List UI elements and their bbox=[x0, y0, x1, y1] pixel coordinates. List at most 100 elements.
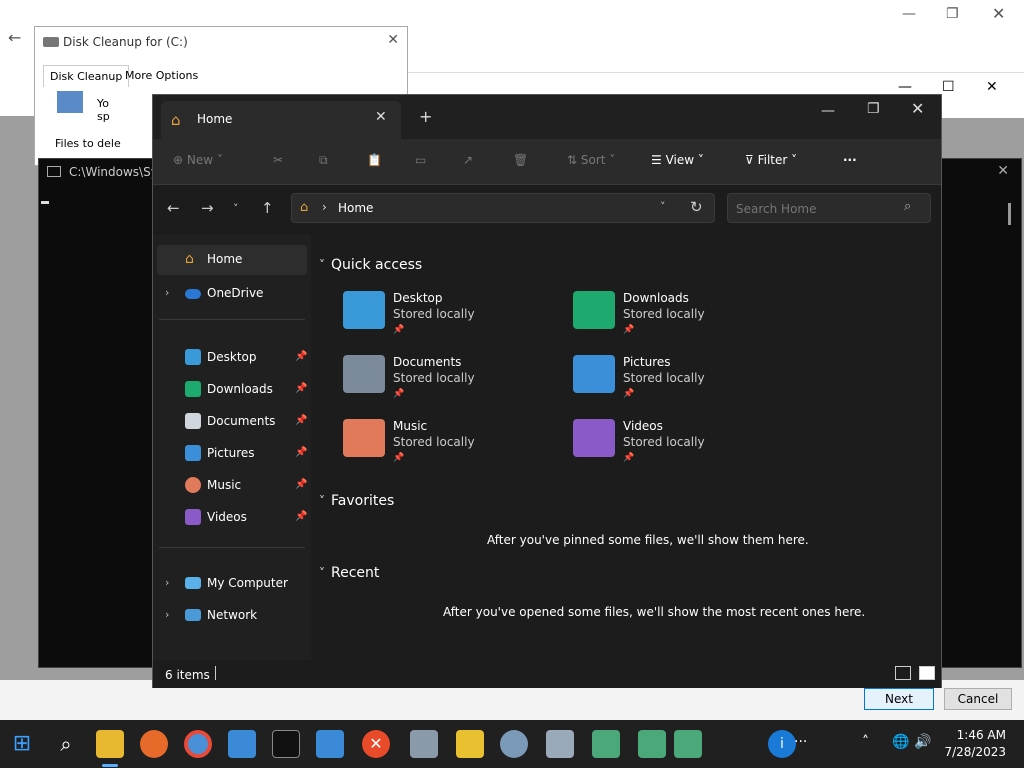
forward-icon[interactable]: → bbox=[201, 199, 214, 217]
back-icon[interactable]: ← bbox=[167, 199, 180, 217]
close-app-icon[interactable]: ✕ bbox=[362, 730, 390, 758]
filter-button[interactable]: ⊽ Filter ˅ bbox=[745, 153, 797, 167]
app-window-icon[interactable] bbox=[228, 730, 256, 758]
search-icon[interactable]: ⌕ bbox=[904, 199, 911, 214]
volume-icon[interactable]: 🔊 bbox=[914, 734, 931, 750]
copy-icon[interactable]: ⧉ bbox=[319, 153, 328, 168]
view-button[interactable]: ☰ View ˅ bbox=[651, 153, 704, 167]
app-icon-green[interactable] bbox=[592, 730, 620, 758]
item-status: Stored locally bbox=[393, 371, 475, 385]
more-apps-icon[interactable]: ··· bbox=[794, 734, 807, 750]
clock-time[interactable]: 1:46 AM bbox=[946, 728, 1006, 742]
quick-access-item-documents[interactable]: Documents Stored locally 📌 bbox=[343, 355, 543, 415]
explorer-maximize-icon[interactable]: ❐ bbox=[867, 101, 880, 117]
next-button[interactable]: Next bbox=[864, 688, 934, 710]
settings-gear-icon[interactable] bbox=[500, 730, 528, 758]
sidebar-item-pictures[interactable]: Pictures 📌 bbox=[157, 439, 307, 469]
cloud-icon bbox=[185, 289, 201, 299]
rename-icon[interactable]: ▭ bbox=[415, 153, 426, 167]
details-view-icon[interactable] bbox=[895, 666, 911, 680]
explorer-close-icon[interactable]: ✕ bbox=[911, 99, 924, 118]
secondary-minimize-icon[interactable]: — bbox=[898, 79, 912, 95]
bg-maximize-icon[interactable]: ❐ bbox=[946, 6, 959, 22]
pin-icon[interactable]: 📌 bbox=[295, 415, 307, 426]
sidebar-item-downloads[interactable]: Downloads 📌 bbox=[157, 375, 307, 405]
address-bar[interactable]: ⌂ › Home ˅ ↻ bbox=[291, 193, 715, 223]
cmd-icon bbox=[47, 166, 61, 177]
calculator-icon[interactable] bbox=[410, 730, 438, 758]
tab-home[interactable]: ⌂ Home ✕ bbox=[161, 101, 401, 139]
chevron-right-icon[interactable]: › bbox=[165, 286, 169, 299]
cmd-close-icon[interactable]: ✕ bbox=[997, 163, 1009, 179]
search-taskbar-icon[interactable]: ⌕ bbox=[52, 730, 80, 758]
tab-more-options[interactable]: More Options bbox=[119, 65, 204, 87]
cmd-scrollbar[interactable] bbox=[1008, 203, 1011, 225]
new-button[interactable]: ⊕ New ˅ bbox=[173, 153, 223, 167]
chevron-right-icon[interactable]: › bbox=[165, 608, 169, 621]
quick-access-item-downloads[interactable]: Downloads Stored locally 📌 bbox=[573, 291, 773, 351]
sidebar-item-music[interactable]: Music 📌 bbox=[157, 471, 307, 501]
sidebar-item-documents[interactable]: Documents 📌 bbox=[157, 407, 307, 437]
app-icon-green-2[interactable] bbox=[638, 730, 666, 758]
recent-header[interactable]: ˅ Recent bbox=[319, 565, 379, 581]
quick-access-item-desktop[interactable]: Desktop Stored locally 📌 bbox=[343, 291, 543, 351]
tiles-view-icon[interactable] bbox=[919, 666, 935, 680]
sidebar-item-my-computer[interactable]: › My Computer bbox=[157, 569, 307, 599]
sidebar-item-home[interactable]: ⌂ Home bbox=[157, 245, 307, 275]
chevron-down-icon: ˅ bbox=[319, 566, 325, 580]
secondary-maximize-icon[interactable]: ☐ bbox=[942, 79, 955, 95]
tab-close-icon[interactable]: ✕ bbox=[375, 109, 387, 125]
refresh-icon[interactable]: ↻ bbox=[690, 198, 703, 216]
back-arrow-icon[interactable]: ← bbox=[8, 28, 21, 47]
disk-cleanup-close-icon[interactable]: ✕ bbox=[387, 32, 399, 48]
info-icon[interactable]: i bbox=[768, 730, 796, 758]
chrome-icon[interactable] bbox=[184, 730, 212, 758]
bg-minimize-icon[interactable]: — bbox=[902, 6, 916, 22]
file-explorer-taskbar-icon[interactable] bbox=[96, 730, 124, 758]
pin-icon[interactable]: 📌 bbox=[295, 351, 307, 362]
start-icon[interactable]: ⊞ bbox=[8, 730, 36, 758]
sort-button[interactable]: ⇅ Sort ˅ bbox=[567, 153, 615, 167]
pin-icon: 📌 bbox=[623, 453, 635, 463]
paste-icon[interactable]: 📋 bbox=[367, 153, 382, 167]
app-window-icon-2[interactable] bbox=[316, 730, 344, 758]
pin-icon[interactable]: 📌 bbox=[295, 447, 307, 458]
share-icon[interactable]: ↗ bbox=[463, 153, 473, 167]
recent-locations-icon[interactable]: ˅ bbox=[233, 202, 239, 215]
cancel-button[interactable]: Cancel bbox=[944, 688, 1012, 710]
quick-access-item-music[interactable]: Music Stored locally 📌 bbox=[343, 419, 543, 479]
chevron-right-icon[interactable]: › bbox=[165, 576, 169, 589]
terminal-icon[interactable] bbox=[272, 730, 300, 758]
address-chevron-icon[interactable]: › bbox=[322, 200, 327, 214]
delete-icon[interactable]: 🗑 bbox=[513, 153, 528, 167]
pin-icon[interactable]: 📌 bbox=[295, 383, 307, 394]
bg-close-icon[interactable]: ✕ bbox=[992, 4, 1005, 23]
sidebar-item-network[interactable]: › Network bbox=[157, 601, 307, 631]
disk-icon[interactable] bbox=[546, 730, 574, 758]
sidebar-item-desktop[interactable]: Desktop 📌 bbox=[157, 343, 307, 373]
clock-date[interactable]: 7/28/2023 bbox=[936, 745, 1006, 759]
tab-disk-cleanup[interactable]: Disk Cleanup bbox=[43, 65, 130, 87]
up-icon[interactable]: ↑ bbox=[261, 199, 274, 217]
pin-icon[interactable]: 📌 bbox=[295, 511, 307, 522]
more-options-button[interactable]: ··· bbox=[843, 153, 857, 167]
pin-icon[interactable]: 📌 bbox=[295, 479, 307, 490]
explorer-minimize-icon[interactable]: — bbox=[821, 103, 835, 119]
keys-icon[interactable] bbox=[456, 730, 484, 758]
quick-access-item-pictures[interactable]: Pictures Stored locally 📌 bbox=[573, 355, 773, 415]
chevron-up-icon[interactable]: ˄ bbox=[862, 734, 869, 750]
address-dropdown-icon[interactable]: ˅ bbox=[660, 200, 666, 213]
cut-icon[interactable]: ✂ bbox=[273, 153, 283, 167]
quick-access-header[interactable]: ˅ Quick access bbox=[319, 257, 422, 273]
item-name: Music bbox=[393, 419, 428, 433]
new-tab-icon[interactable]: + bbox=[419, 107, 432, 126]
sidebar-item-onedrive[interactable]: › OneDrive bbox=[157, 279, 307, 309]
search-input[interactable] bbox=[736, 200, 896, 218]
favorites-header[interactable]: ˅ Favorites bbox=[319, 493, 394, 509]
app-icon-green-3[interactable] bbox=[674, 730, 702, 758]
network-tray-icon[interactable]: 🌐 bbox=[892, 734, 909, 750]
quick-access-item-videos[interactable]: Videos Stored locally 📌 bbox=[573, 419, 773, 479]
sidebar-item-videos[interactable]: Videos 📌 bbox=[157, 503, 307, 533]
firefox-icon[interactable] bbox=[140, 730, 168, 758]
secondary-close-icon[interactable]: ✕ bbox=[986, 79, 998, 95]
